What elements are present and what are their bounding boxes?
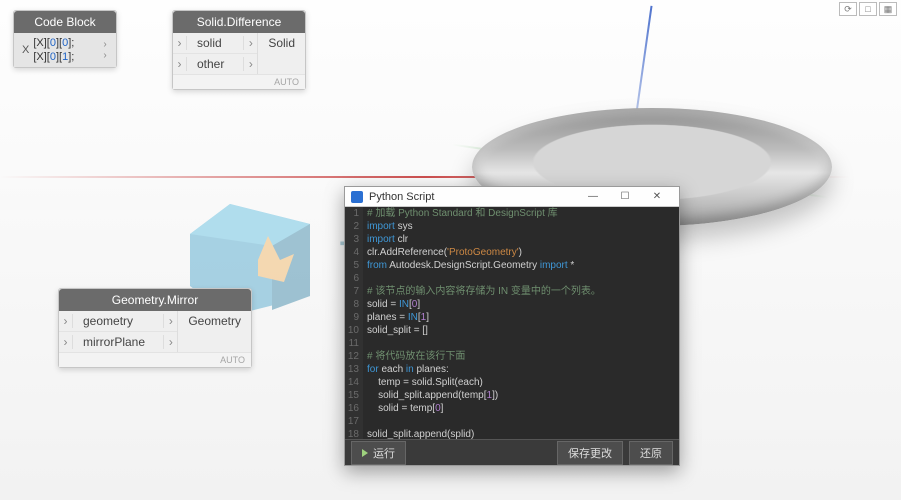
node-title: Solid.Difference xyxy=(173,11,305,33)
viewport-3d[interactable]: TUISOFT ⟳ □ ▦ Code Block X [X][0][0]; [X… xyxy=(0,0,901,500)
window-title: Python Script xyxy=(369,191,434,203)
in-label: other xyxy=(187,54,243,74)
node-title: Code Block xyxy=(14,11,116,33)
maximize-button[interactable]: ☐ xyxy=(609,191,641,202)
in-label: solid xyxy=(187,33,243,53)
run-button[interactable]: 运行 xyxy=(351,441,406,465)
view-toolbar: ⟳ □ ▦ xyxy=(839,2,897,16)
python-script-window[interactable]: Python Script — ☐ ✕ 1# 加载 Python Standar… xyxy=(344,186,680,466)
save-button[interactable]: 保存更改 xyxy=(557,441,623,465)
chevron-right-icon[interactable]: › xyxy=(243,57,257,71)
revert-button[interactable]: 还原 xyxy=(629,441,673,465)
chevron-right-icon[interactable]: › xyxy=(163,335,177,349)
in-label: geometry xyxy=(73,311,163,331)
view-toggle-1[interactable]: ⟳ xyxy=(839,2,857,16)
close-button[interactable]: ✕ xyxy=(641,191,673,202)
in-port-other[interactable]: › xyxy=(173,57,187,71)
play-icon xyxy=(362,449,368,457)
out-port-1[interactable]: › xyxy=(98,50,112,61)
node-footer: AUTO xyxy=(173,74,305,89)
chevron-right-icon[interactable]: › xyxy=(243,36,257,50)
window-titlebar[interactable]: Python Script — ☐ ✕ xyxy=(345,187,679,207)
code-text[interactable]: [X][0][0]; [X][0][1]; xyxy=(33,36,98,64)
view-toggle-2[interactable]: □ xyxy=(859,2,877,16)
code-editor[interactable]: 1# 加载 Python Standard 和 DesignScript 库2i… xyxy=(345,207,679,439)
in-label: mirrorPlane xyxy=(73,332,163,352)
window-footer: 运行 保存更改 还原 xyxy=(345,439,679,465)
node-solid-difference[interactable]: Solid.Difference ›solid› ›other› Solid A… xyxy=(172,10,306,90)
code-var: X xyxy=(18,44,33,56)
out-label: Solid xyxy=(258,33,305,74)
node-geometry-mirror[interactable]: Geometry.Mirror ›geometry› ›mirrorPlane›… xyxy=(58,288,252,368)
node-footer: AUTO xyxy=(59,352,251,367)
out-port-0[interactable]: › xyxy=(98,39,112,50)
node-title: Geometry.Mirror xyxy=(59,289,251,311)
app-icon xyxy=(351,191,363,203)
minimize-button[interactable]: — xyxy=(577,191,609,202)
in-port-mirrorplane[interactable]: › xyxy=(59,335,73,349)
run-label: 运行 xyxy=(373,445,395,461)
in-port-geometry[interactable]: › xyxy=(59,314,73,328)
node-code-block[interactable]: Code Block X [X][0][0]; [X][0][1]; › › xyxy=(13,10,117,68)
in-port-solid[interactable]: › xyxy=(173,36,187,50)
chevron-right-icon[interactable]: › xyxy=(163,314,177,328)
view-toggle-3[interactable]: ▦ xyxy=(879,2,897,16)
out-label: Geometry xyxy=(178,311,251,352)
